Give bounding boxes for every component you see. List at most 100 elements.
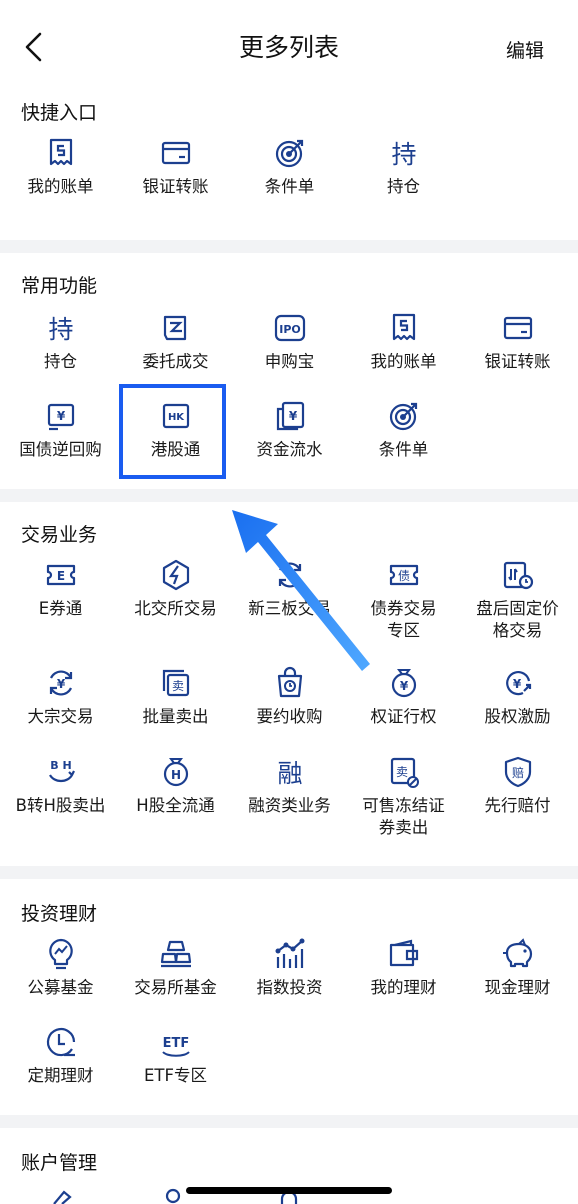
bag-clock-icon bbox=[277, 666, 302, 698]
common-item-bank-transfer[interactable]: 银证转账 bbox=[460, 311, 575, 373]
svg-text:持: 持 bbox=[391, 140, 416, 169]
quick-item-my-bill[interactable]: 我的账单 bbox=[3, 136, 118, 198]
common-item-holding[interactable]: 持 持仓 bbox=[3, 311, 118, 373]
target-icon bbox=[389, 402, 417, 431]
trading-item-warrant-exercise[interactable]: ¥ 权证行权 bbox=[346, 666, 461, 728]
after-hours-icon bbox=[503, 561, 533, 590]
pencil-icon[interactable] bbox=[46, 1188, 76, 1204]
bill-icon bbox=[49, 138, 72, 166]
clock-icon bbox=[46, 1027, 75, 1057]
common-item-label: 我的账单 bbox=[370, 352, 437, 371]
invest-item-index[interactable]: 指数投资 bbox=[232, 937, 347, 999]
invest-item-label: 指数投资 bbox=[256, 978, 323, 997]
piggy-bank-icon bbox=[502, 938, 532, 968]
trading-item-label: 融资类业务 bbox=[248, 796, 331, 815]
etf-icon: ETF bbox=[161, 1036, 190, 1057]
svg-text:ETF: ETF bbox=[162, 1036, 189, 1051]
svg-text:¥: ¥ bbox=[56, 409, 65, 423]
invest-item-fixed-term[interactable]: 定期理财 bbox=[3, 1025, 118, 1087]
svg-text:H: H bbox=[170, 768, 180, 782]
quick-item-bank-transfer[interactable]: 银证转账 bbox=[118, 136, 233, 198]
holding-icon: 持 bbox=[48, 315, 73, 344]
trading-item-neeq[interactable]: 新三板交易 bbox=[232, 558, 347, 620]
invest-item-label: 公募基金 bbox=[27, 978, 94, 997]
trading-item-label: E券通 bbox=[38, 599, 83, 618]
trading-item-bse[interactable]: 北交所交易 bbox=[118, 558, 233, 620]
invest-item-exchange-fund[interactable]: 交易所基金 bbox=[118, 937, 233, 999]
trading-item-bond-zone[interactable]: 债 债券交易 专区 bbox=[346, 558, 461, 642]
common-item-label: 条件单 bbox=[378, 440, 429, 459]
common-item-label: 申购宝 bbox=[264, 352, 315, 371]
svg-text:卖: 卖 bbox=[171, 679, 183, 693]
cycle-icon bbox=[278, 562, 301, 588]
svg-text:赔: 赔 bbox=[511, 765, 523, 780]
bill-icon bbox=[392, 313, 415, 341]
svg-text:¥: ¥ bbox=[288, 409, 297, 423]
trading-item-equity-incentive[interactable]: ¥ 股权激励 bbox=[460, 666, 575, 728]
invest-item-cash-management[interactable]: 现金理财 bbox=[460, 937, 575, 999]
trading-item-financing[interactable]: 融 融资类业务 bbox=[232, 755, 347, 817]
svg-text:卖: 卖 bbox=[395, 765, 407, 779]
trading-item-frozen-sell[interactable]: 卖 可售冻结证 券卖出 bbox=[346, 755, 461, 839]
invest-item-etf-zone[interactable]: ETF ETF专区 bbox=[118, 1025, 233, 1087]
trading-item-batch-sell[interactable]: 卖 批量卖出 bbox=[118, 666, 233, 728]
quick-item-conditional-order[interactable]: 条件单 bbox=[232, 136, 347, 198]
section-divider bbox=[0, 1115, 578, 1128]
invest-item-label: 定期理财 bbox=[27, 1066, 94, 1085]
common-item-label: 资金流水 bbox=[256, 440, 323, 459]
svg-text:¥: ¥ bbox=[512, 677, 521, 691]
trading-item-tender-offer[interactable]: 要约收购 bbox=[232, 666, 347, 728]
home-indicator bbox=[186, 1187, 392, 1194]
invest-item-public-fund[interactable]: 公募基金 bbox=[3, 937, 118, 999]
common-item-conditional-order[interactable]: 条件单 bbox=[346, 399, 461, 461]
svg-text:融: 融 bbox=[277, 759, 302, 788]
invest-item-label: ETF专区 bbox=[144, 1066, 207, 1085]
trading-item-label: 股权激励 bbox=[484, 707, 551, 726]
order-icon bbox=[163, 315, 186, 341]
card-icon bbox=[503, 316, 532, 340]
common-item-reverse-repo[interactable]: ¥ 国债逆回购 bbox=[3, 399, 118, 461]
quick-item-holding[interactable]: 持 持仓 bbox=[346, 136, 461, 198]
fund-flow-icon: ¥ bbox=[276, 401, 304, 431]
common-item-label: 国债逆回购 bbox=[19, 440, 102, 459]
trading-item-compensation[interactable]: 赔 先行赔付 bbox=[460, 755, 575, 817]
money-bag-icon: ¥ bbox=[391, 669, 416, 698]
trading-item-label: 批量卖出 bbox=[142, 707, 209, 726]
e-ticket-icon: E bbox=[46, 564, 75, 586]
edit-button[interactable]: 编辑 bbox=[506, 36, 544, 63]
common-item-order-deals[interactable]: 委托成交 bbox=[118, 311, 233, 373]
invest-item-my-wealth[interactable]: 我的理财 bbox=[346, 937, 461, 999]
svg-text:债: 债 bbox=[397, 569, 409, 583]
svg-text:B H: B H bbox=[50, 759, 71, 772]
quick-item-label: 持仓 bbox=[387, 177, 420, 196]
trading-item-label: B转H股卖出 bbox=[15, 796, 106, 815]
svg-text:E: E bbox=[56, 569, 64, 583]
bond-icon: 债 bbox=[389, 564, 418, 586]
trading-item-e-ticket[interactable]: E E券通 bbox=[3, 558, 118, 620]
trading-item-block-trade[interactable]: ¥ 大宗交易 bbox=[3, 666, 118, 728]
section-title-invest: 投资理财 bbox=[21, 903, 98, 925]
investment-section: 投资理财 公募基金 交易所基金 指数投资 我的理财 现金理财 定期理财 ETF … bbox=[0, 879, 578, 1115]
trading-item-h-share-full[interactable]: H H股全流通 bbox=[118, 755, 233, 817]
trading-item-label: 大宗交易 bbox=[27, 707, 94, 726]
h-bag-icon: H bbox=[163, 758, 188, 787]
trading-section: 交易业务 E E券通 北交所交易 新三板交易 债 债券交易 专区 盘后固定价 格… bbox=[0, 502, 578, 866]
section-title-quick: 快捷入口 bbox=[21, 102, 98, 124]
svg-text:¥: ¥ bbox=[399, 679, 408, 693]
trading-item-after-hours[interactable]: 盘后固定价 格交易 bbox=[460, 558, 575, 642]
wallet-icon bbox=[389, 939, 418, 967]
trading-item-b-to-h[interactable]: B H B转H股卖出 bbox=[3, 755, 118, 817]
b-to-h-icon: B H bbox=[48, 759, 75, 783]
financing-icon: 融 bbox=[277, 759, 302, 788]
trading-item-label: 新三板交易 bbox=[248, 599, 331, 618]
gold-bars-icon bbox=[160, 940, 191, 968]
trading-item-label: 债券交易 专区 bbox=[370, 599, 437, 640]
common-item-ipo[interactable]: IPO 申购宝 bbox=[232, 311, 347, 373]
common-functions-section: 常用功能 持 持仓 委托成交 IPO 申购宝 我的账单 银证转账 ¥ 国债逆回购… bbox=[0, 253, 578, 489]
trading-item-label: 北交所交易 bbox=[134, 599, 217, 618]
index-chart-icon bbox=[275, 938, 304, 968]
common-item-fund-flow[interactable]: ¥ 资金流水 bbox=[232, 399, 347, 461]
common-item-my-bill[interactable]: 我的账单 bbox=[346, 311, 461, 373]
equity-incentive-icon: ¥ bbox=[505, 671, 531, 696]
svg-text:持: 持 bbox=[48, 315, 73, 344]
